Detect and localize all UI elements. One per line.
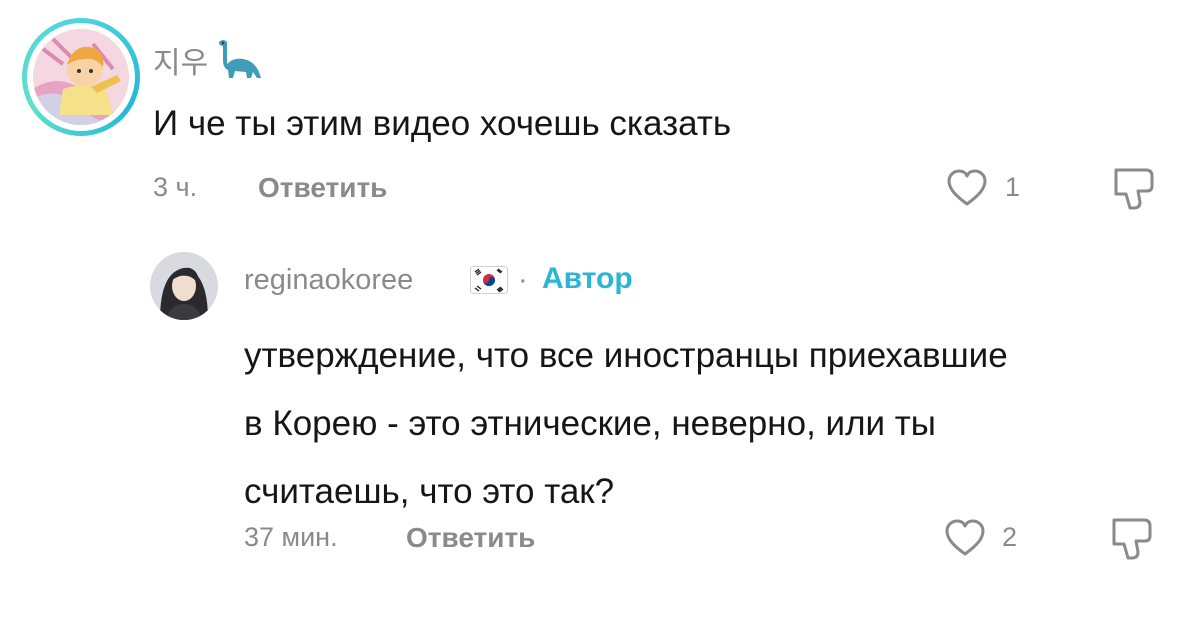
author-badge: Автор [542,262,633,295]
south-korea-flag-icon [470,266,508,294]
avatar-illustration [33,29,129,125]
avatar-border [27,23,135,131]
comment-text-line: утверждение, что все иностранцы приехавш… [244,336,1008,375]
dinosaur-icon [219,40,261,78]
reply-button[interactable]: Ответить [258,172,387,204]
dislike-icon[interactable] [1108,164,1158,214]
comment-timestamp: 3 ч. [153,172,198,202]
comment-text: утверждение, что все иностранцы приехавш… [244,322,1184,526]
avatar-image [33,29,129,125]
reply-button[interactable]: Ответить [406,522,535,554]
like-count: 1 [1005,172,1021,202]
avatar[interactable] [22,18,140,136]
like-count: 2 [1002,522,1018,552]
dislike-icon[interactable] [1106,514,1156,564]
comment-text-line: считаешь, что это так? [244,472,615,511]
avatar-photo [150,252,218,320]
comment: 지우 И че ты этим видео хочешь сказать 3 ч… [0,0,1200,230]
heart-icon[interactable] [946,168,988,208]
username[interactable]: 지우 [153,38,208,82]
username[interactable]: reginaokoree [244,264,413,297]
comment-text-line: в Корею - это этнические, неверно, или т… [244,404,936,443]
reply-comment: reginaokoree · Автор утверждение, что вс… [0,230,1200,621]
heart-icon[interactable] [944,518,986,558]
comment-timestamp: 37 мин. [244,522,338,552]
comment-text: И че ты этим видео хочешь сказать [153,104,732,143]
separator: · [518,264,528,296]
avatar[interactable] [150,252,218,320]
